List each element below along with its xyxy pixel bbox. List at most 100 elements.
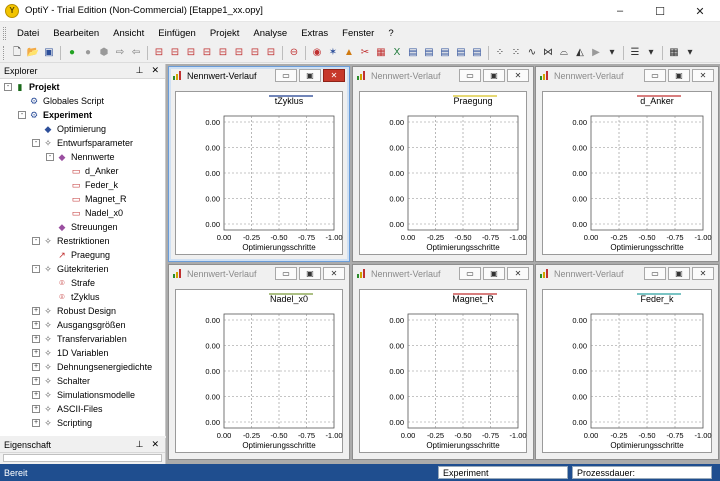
close-icon[interactable]: ✕ (151, 439, 159, 450)
minimize-icon[interactable]: ▭ (644, 69, 666, 82)
pin-icon[interactable]: ⊥ (136, 65, 144, 76)
step-back-icon[interactable]: ⇦ (129, 46, 143, 60)
collapse-icon[interactable]: - (46, 153, 54, 161)
insert-transfer-icon[interactable]: ⊟ (216, 46, 230, 60)
chart-table4-icon[interactable]: ▤ (470, 46, 484, 60)
toolbar-grip-icon[interactable] (3, 45, 6, 60)
collapse-icon[interactable]: - (4, 83, 12, 91)
expand-icon[interactable]: + (32, 349, 40, 357)
tree-item-restriktionen[interactable]: - ✧ Restriktionen (0, 234, 165, 248)
maximize-icon[interactable]: ▣ (299, 267, 321, 280)
tree-item-ausgangsgr-en[interactable]: + ✧ Ausgangsgrößen (0, 318, 165, 332)
expand-icon[interactable]: + (32, 335, 40, 343)
excel-icon[interactable]: X (390, 46, 404, 60)
minimize-icon[interactable]: ▭ (459, 267, 481, 280)
tree-item-ascii-files[interactable]: + ✧ ASCII-Files (0, 402, 165, 416)
expand-icon[interactable]: + (32, 405, 40, 413)
expand-icon[interactable]: + (32, 307, 40, 315)
menu-einfuegen[interactable]: Einfügen (151, 28, 203, 39)
chart-window[interactable]: Nennwert-Verlauf ▭ ▣ ✕ Praegung 0.00 -0.25 -0.5… (352, 66, 534, 262)
pause-icon[interactable]: ⬢ (97, 46, 111, 60)
pareto-icon[interactable]: ✶ (326, 46, 340, 60)
maximize-icon[interactable]: ▣ (299, 69, 321, 82)
insert-model-icon[interactable]: ⊟ (248, 46, 262, 60)
maximize-button[interactable]: ☐ (640, 0, 680, 22)
properties-field[interactable] (3, 454, 162, 462)
expand-icon[interactable]: + (32, 377, 40, 385)
scatter-icon[interactable]: ⁘ (493, 46, 507, 60)
tree-item-simulationsmodelle[interactable]: + ✧ Simulationsmodelle (0, 388, 165, 402)
menu-ansicht[interactable]: Ansicht (106, 28, 151, 39)
chart-table2-icon[interactable]: ▤ (438, 46, 452, 60)
minimize-icon[interactable]: ▭ (644, 267, 666, 280)
expand-icon[interactable]: + (32, 363, 40, 371)
tree-item-praegung[interactable]: ↗ Praegung (0, 248, 165, 262)
surface-icon[interactable]: ⋈ (541, 46, 555, 60)
chart-table-icon[interactable]: ▤ (422, 46, 436, 60)
tree-item-scripting[interactable]: + ✧ Scripting (0, 416, 165, 430)
chart-window-titlebar[interactable]: Nennwert-Verlauf ▭ ▣ ✕ (353, 265, 533, 282)
target-icon[interactable]: ◉ (310, 46, 324, 60)
cone-icon[interactable]: ▲ (342, 46, 356, 60)
collapse-icon[interactable]: - (32, 265, 40, 273)
tree-item-1d-variablen[interactable]: + ✧ 1D Variablen (0, 346, 165, 360)
scatter2-icon[interactable]: ⁙ (509, 46, 523, 60)
tree-item-projekt[interactable]: - ▮ Projekt (0, 80, 165, 94)
contour-icon[interactable]: ⌓ (557, 46, 571, 60)
maximize-icon[interactable]: ▣ (668, 69, 690, 82)
menu-analyse[interactable]: Analyse (246, 28, 294, 39)
dropdown2-icon[interactable]: ▾ (644, 46, 658, 60)
insert-param-icon[interactable]: ⊟ (152, 46, 166, 60)
tree-item-schalter[interactable]: + ✧ Schalter (0, 374, 165, 388)
tree-item-transfervariablen[interactable]: + ✧ Transfervariablen (0, 332, 165, 346)
close-button[interactable]: ✕ (680, 0, 720, 22)
close-icon[interactable]: ✕ (323, 69, 345, 82)
minimize-button[interactable]: – (600, 0, 640, 22)
tree-item-strafe[interactable]: ⌾ Strafe (0, 276, 165, 290)
play-icon[interactable]: ▶ (589, 46, 603, 60)
delete-icon[interactable]: ⊖ (287, 46, 301, 60)
chart-window-titlebar[interactable]: Nennwert-Verlauf ▭ ▣ ✕ (169, 265, 349, 282)
tree-item-magnet-r[interactable]: ▭ Magnet_R (0, 192, 165, 206)
maximize-icon[interactable]: ▣ (483, 69, 505, 82)
expand-icon[interactable]: + (32, 391, 40, 399)
menu-bearbeiten[interactable]: Bearbeiten (46, 28, 106, 39)
minimize-icon[interactable]: ▭ (275, 69, 297, 82)
tree-item-feder-k[interactable]: ▭ Feder_k (0, 178, 165, 192)
tree-item-dehnungsenergiedichte[interactable]: + ✧ Dehnungsenergiedichte (0, 360, 165, 374)
close-icon[interactable]: ✕ (507, 69, 529, 82)
tree-item-experiment[interactable]: - ⚙ Experiment (0, 108, 165, 122)
align-icon[interactable]: ☰ (628, 46, 642, 60)
curve-icon[interactable]: ∿ (525, 46, 539, 60)
tree-item-nennwerte[interactable]: - ◆ Nennwerte (0, 150, 165, 164)
chart-window[interactable]: Nennwert-Verlauf ▭ ▣ ✕ Nadel_x0 0.00 -0.25 -0.5… (168, 264, 350, 460)
chart-table3-icon[interactable]: ▤ (454, 46, 468, 60)
table-icon[interactable]: ▤ (406, 46, 420, 60)
menu-extras[interactable]: Extras (294, 28, 335, 39)
tree-item-d-anker[interactable]: ▭ d_Anker (0, 164, 165, 178)
close-icon[interactable]: ✕ (692, 69, 714, 82)
tree-item-robust-design[interactable]: + ✧ Robust Design (0, 304, 165, 318)
close-icon[interactable]: ✕ (323, 267, 345, 280)
close-icon[interactable]: ✕ (151, 65, 159, 76)
expand-icon[interactable]: + (32, 321, 40, 329)
chart-window-titlebar[interactable]: Nennwert-Verlauf ▭ ▣ ✕ (536, 67, 718, 84)
chart-window-titlebar[interactable]: Nennwert-Verlauf ▭ ▣ ✕ (536, 265, 718, 282)
collapse-icon[interactable]: - (18, 111, 26, 119)
tree-item-globales-script[interactable]: ⚙ Globales Script (0, 94, 165, 108)
insert-restriction-icon[interactable]: ⊟ (168, 46, 182, 60)
pin-icon[interactable]: ⊥ (136, 439, 144, 450)
run-icon[interactable]: ● (65, 46, 79, 60)
tree-item-tzyklus[interactable]: ⌾ tZyklus (0, 290, 165, 304)
menu-grip-icon[interactable] (3, 26, 6, 40)
chart-window[interactable]: Nennwert-Verlauf ▭ ▣ ✕ tZyklus 0.00 -0.25 -0.50… (168, 66, 350, 262)
tree-item-nadel-x0[interactable]: ▭ Nadel_x0 (0, 206, 165, 220)
close-icon[interactable]: ✕ (692, 267, 714, 280)
grid-icon[interactable]: ▦ (667, 46, 681, 60)
tree-item-optimierung[interactable]: ◆ Optimierung (0, 122, 165, 136)
minimize-icon[interactable]: ▭ (459, 69, 481, 82)
matrix-icon[interactable]: ▦ (374, 46, 388, 60)
insert-file-icon[interactable]: ⊟ (264, 46, 278, 60)
insert-output-icon[interactable]: ⊟ (200, 46, 214, 60)
step-forward-icon[interactable]: ⇨ (113, 46, 127, 60)
